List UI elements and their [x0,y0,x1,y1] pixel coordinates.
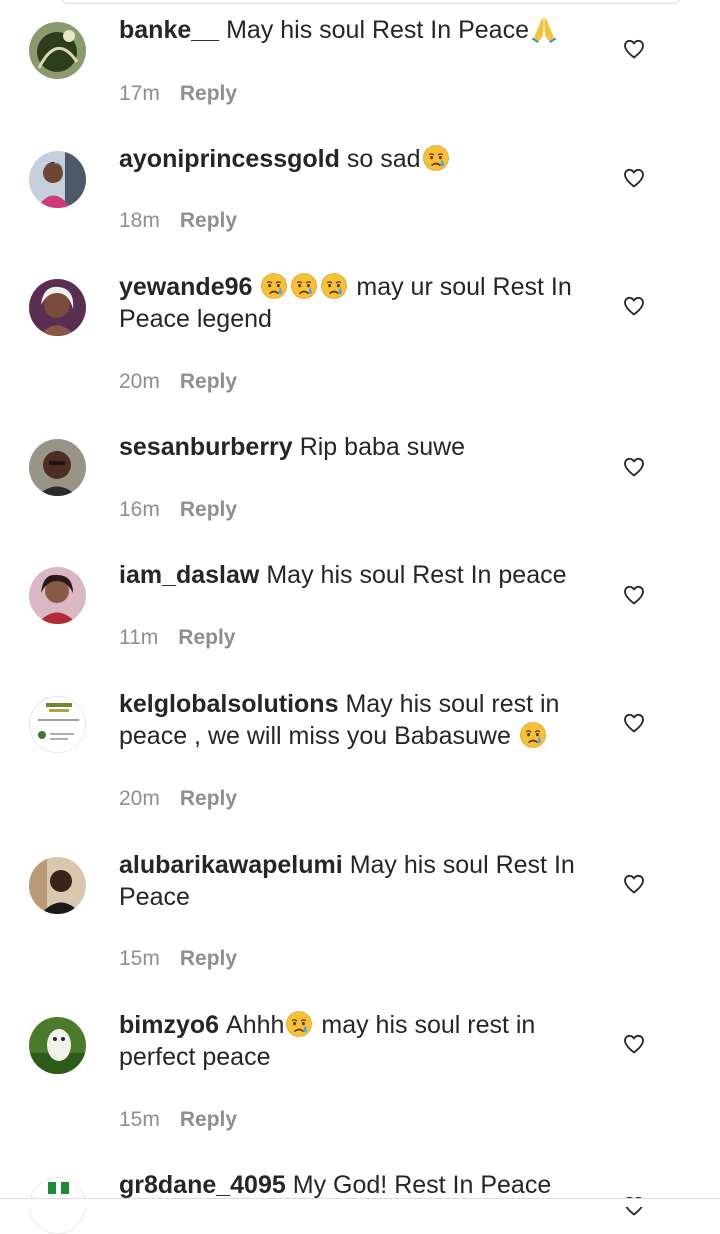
comment-time: 16m [119,498,160,521]
comment-text: gr8dane_4095 My God! Rest In Peace [119,1169,589,1201]
heart-icon[interactable] [622,37,646,61]
comment-body: may his soul rest in [321,1011,536,1039]
reply-button[interactable]: Reply [180,370,237,393]
comment-username[interactable]: gr8dane_4095 [119,1171,286,1199]
reply-button[interactable]: Reply [178,626,235,649]
comment-time: 11m [119,626,159,649]
comment-body: May his soul Rest In peace [266,561,567,589]
comment-username[interactable]: banke__ [119,16,219,44]
avatar[interactable] [29,439,86,496]
comment-body-line2: Peace [119,883,190,911]
crying-face-icon [320,272,348,300]
reply-button[interactable]: Reply [180,82,237,105]
reply-button[interactable]: Reply [180,947,237,970]
comment-time: 17m [119,82,160,105]
reply-button[interactable]: Reply [180,209,237,232]
comment-meta: 16m Reply [119,498,237,522]
comment-body: may ur soul Rest In [356,273,572,301]
heart-icon[interactable] [622,583,646,607]
avatar[interactable] [29,22,86,79]
comment-meta: 18m Reply [119,209,237,233]
comment-meta: 11m Reply [119,626,235,650]
comment-text: ayoniprincessgold so sad [119,143,589,175]
crying-face-icon [422,144,450,172]
comment-body-line2: peace , we will miss you Babasuwe [119,722,511,750]
crying-face-icon [285,1010,313,1038]
avatar[interactable] [29,696,86,753]
comment-meta: 15m Reply [119,947,237,971]
avatar[interactable] [29,1017,86,1074]
comment-time: 20m [119,370,160,393]
avatar[interactable] [29,857,86,914]
avatar[interactable] [29,567,86,624]
reply-button[interactable]: Reply [180,498,237,521]
comment-body: May his soul Rest In Peace [226,16,529,44]
heart-icon[interactable] [622,1032,646,1056]
comment-meta: 20m Reply [119,787,237,811]
comment-body: May his soul rest in [345,690,560,718]
heart-icon[interactable] [622,166,646,190]
comment-time: 15m [119,947,160,970]
comment-text: banke__ May his soul Rest In Peace [119,14,589,46]
comment-username[interactable]: bimzyo6 [119,1011,219,1039]
comment-username[interactable]: sesanburberry [119,433,293,461]
comment-username[interactable]: alubarikawapelumi [119,851,343,879]
comment-meta: 17m Reply [119,82,237,106]
comment-username[interactable]: iam_daslaw [119,561,259,589]
comment-time: 18m [119,209,160,232]
comment-time: 15m [119,1108,160,1131]
comment-text: sesanburberry Rip baba suwe [119,431,589,463]
comment-body: so sad [346,145,421,173]
comment-username[interactable]: kelglobalsolutions [119,690,338,718]
comment-time: 20m [119,787,160,810]
avatar[interactable] [29,279,86,336]
comment-username[interactable]: yewande96 [119,273,252,301]
reply-button[interactable]: Reply [180,787,237,810]
folded-hands-icon [530,15,558,43]
search-field-remnant[interactable] [60,0,682,4]
comment-meta: 20m Reply [119,370,237,394]
heart-icon[interactable] [622,294,646,318]
crying-face-icon [260,272,288,300]
comment-body-line2: Peace legend [119,305,272,333]
comment-text: iam_daslaw May his soul Rest In peace [119,559,589,591]
heart-icon[interactable] [622,455,646,479]
heart-icon[interactable] [622,711,646,735]
reply-button[interactable]: Reply [180,1108,237,1131]
crying-face-icon [519,721,547,749]
comment-body-start: Ahhh [226,1011,285,1039]
comment-body: May his soul Rest In [349,851,575,879]
crying-face-icon [290,272,318,300]
comment-username[interactable]: ayoniprincessgold [119,145,340,173]
comment-text: bimzyo6 Ahhh may his soul rest in perfect … [119,1009,589,1073]
comment-body: My God! Rest In Peace [292,1171,552,1199]
comment-body: Rip baba suwe [299,433,466,461]
comment-text: kelglobalsolutions May his soul rest in pe… [119,688,589,752]
heart-icon[interactable] [622,872,646,896]
comment-body-line2: perfect peace [119,1043,271,1071]
comment-meta: 15m Reply [119,1108,237,1132]
avatar[interactable] [29,151,86,208]
comment-text: yewande96 may ur soul Rest In Peace legen… [119,271,589,335]
comment-text: alubarikawapelumi May his soul Rest In Pea… [119,849,589,913]
